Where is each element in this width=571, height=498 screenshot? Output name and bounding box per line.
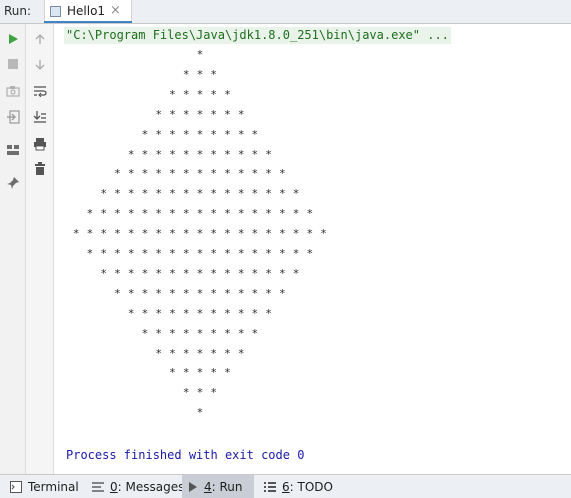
java-command-line[interactable]: "C:\Program Files\Java\jdk1.8.0_251\bin\…	[64, 27, 451, 44]
play-icon	[9, 34, 18, 44]
print-button[interactable]	[30, 134, 50, 154]
scroll-up-button[interactable]	[30, 29, 50, 49]
scroll-down-button[interactable]	[30, 55, 50, 75]
run-toolbar-primary	[0, 24, 26, 474]
output-line: * * * * * * * * * * * * *	[66, 286, 286, 300]
terminal-icon	[10, 480, 22, 493]
pin-icon	[7, 177, 19, 189]
run-config-icon	[50, 6, 61, 17]
terminal-label: Terminal	[28, 479, 79, 494]
output-line: *	[66, 406, 204, 420]
rerun-button[interactable]	[3, 29, 23, 49]
run-mnemonic: 4	[204, 479, 212, 494]
messages-icon	[92, 481, 104, 492]
tool-window-bar: Terminal 0: Messages 4: Run 6: TODO	[0, 474, 571, 498]
output-line: * * * * * * * * * * * * * * *	[66, 187, 300, 201]
printer-icon	[34, 138, 46, 151]
trash-icon	[35, 162, 45, 175]
arrow-down-icon	[35, 60, 45, 70]
output-line: * * * * *	[66, 87, 231, 101]
output-line: * * * * * * * * *	[66, 326, 259, 340]
todo-label: : TODO	[289, 479, 333, 494]
output-line: * * * * * * *	[66, 346, 245, 360]
run-label: Run:	[4, 4, 32, 18]
output-line: * * *	[66, 67, 218, 81]
output-line: * * * * * * * * * * * * * * * * * * *	[66, 227, 328, 241]
pin-button[interactable]	[3, 173, 23, 193]
output-line: * * * * * * * * * * *	[66, 306, 273, 320]
exit-icon	[7, 110, 20, 124]
output-line: * * * * *	[66, 366, 231, 380]
run-toolbar-secondary	[26, 24, 54, 474]
clear-all-button[interactable]	[30, 159, 50, 179]
output-line: *	[66, 48, 204, 61]
run-tool-button[interactable]: 4: Run	[182, 475, 254, 498]
run-icon	[188, 481, 198, 492]
process-finished-message: Process finished with exit code 0	[66, 448, 305, 462]
todo-mnemonic: 6	[282, 479, 290, 494]
todo-tool-button[interactable]: 6: TODO	[258, 475, 339, 498]
output-line: * * * * * * * * *	[66, 127, 259, 141]
close-icon[interactable]: ×	[110, 3, 121, 18]
output-line: * * * * * * * * * * * * * * * * *	[66, 207, 314, 221]
messages-label: : Messages	[117, 479, 185, 494]
layout-icon	[7, 145, 19, 155]
layout-button[interactable]	[3, 140, 23, 160]
output-line: * * * * * * * * * * * * *	[66, 167, 286, 181]
soft-wrap-button[interactable]	[30, 81, 50, 101]
output-line: * * *	[66, 386, 218, 400]
run-toolwindow-header: Run: Hello1 ×	[0, 0, 571, 24]
soft-wrap-icon	[34, 86, 47, 97]
output-line: * * * * * * * * * * * * * * *	[66, 266, 300, 280]
camera-icon	[6, 86, 20, 97]
stop-icon	[8, 59, 18, 69]
output-line: * * * * * * *	[66, 107, 245, 121]
arrow-up-icon	[35, 34, 45, 44]
todo-icon	[264, 481, 276, 492]
messages-tool-button[interactable]: 0: Messages	[86, 475, 190, 498]
scroll-to-end-button[interactable]	[30, 107, 50, 127]
output-line: * * * * * * * * * * * * * * * * *	[66, 247, 314, 260]
dump-threads-button[interactable]	[3, 81, 23, 101]
output-line: * * * * * * * * * * *	[66, 147, 273, 161]
run-label: : Run	[211, 479, 243, 494]
stop-button[interactable]	[3, 54, 23, 74]
exit-button[interactable]	[3, 107, 23, 127]
scroll-to-end-icon	[33, 111, 46, 123]
tab-label: Hello1	[67, 4, 106, 18]
console-output[interactable]: "C:\Program Files\Java\jdk1.8.0_251\bin\…	[55, 24, 571, 474]
messages-mnemonic: 0	[110, 479, 118, 494]
active-tab-indicator	[44, 21, 132, 23]
terminal-tool-button[interactable]: Terminal	[4, 475, 85, 498]
